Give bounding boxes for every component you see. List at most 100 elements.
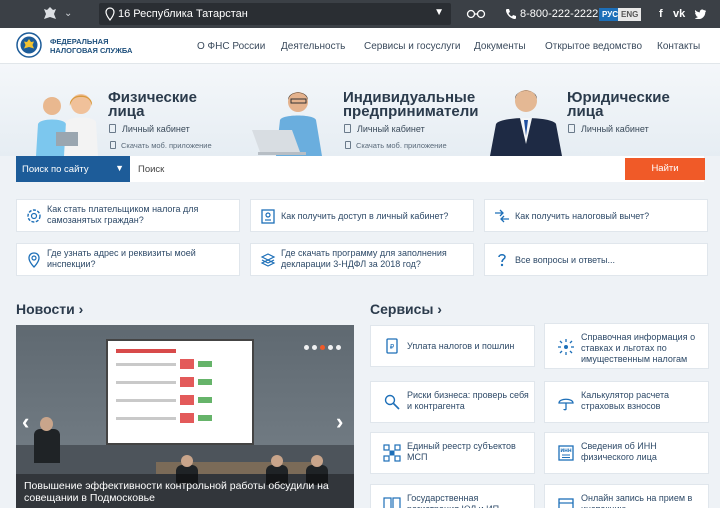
individuals-cabinet-link[interactable]: Личный кабинет	[122, 124, 190, 134]
logo-text[interactable]: ФЕДЕРАЛЬНАЯ НАЛОГОВАЯ СЛУЖБА	[50, 37, 140, 55]
carousel-next-arrow[interactable]: ›	[336, 409, 343, 435]
faq-item[interactable]: Где скачать программу для заполнения дек…	[250, 243, 474, 276]
faq-text: Как стать плательщиком налога для самоза…	[47, 204, 199, 225]
vk-icon[interactable]: vk	[673, 8, 685, 20]
service-contributions-calculator[interactable]: Калькулятор расчета страховых взносов	[544, 381, 709, 423]
mobile-icon	[345, 141, 351, 149]
service-online-appointment[interactable]: Онлайн запись на прием в инспекцию	[544, 484, 709, 508]
hotline-phone[interactable]: 8-800-222-2222	[520, 8, 598, 20]
news-carousel[interactable]: ‹ › Повышение эффективности контрольной …	[16, 325, 354, 508]
service-label: Справочная информация о ставках и льгота…	[581, 332, 696, 364]
svg-text:ИНН: ИНН	[560, 448, 572, 454]
carousel-dot-active[interactable]	[320, 345, 325, 350]
service-business-risks[interactable]: Риски бизнеса: проверь себя и контрагент…	[370, 381, 535, 423]
question-icon	[498, 254, 506, 267]
news-caption[interactable]: Повышение эффективности контрольной рабо…	[16, 474, 354, 508]
service-label: Калькулятор расчета страховых взносов	[581, 390, 670, 411]
lang-en-button[interactable]: ENG	[618, 8, 642, 21]
faq-item[interactable]: Все вопросы и ответы...	[484, 243, 708, 276]
faq-text: Все вопросы и ответы...	[515, 255, 615, 265]
fns-logo-icon[interactable]	[16, 32, 42, 58]
nav-services[interactable]: Сервисы и госуслуги	[364, 41, 461, 52]
carousel-dot[interactable]	[328, 345, 333, 350]
info-sparkle-icon	[558, 339, 574, 355]
mobile-icon	[110, 141, 116, 149]
search-button[interactable]: Найти	[625, 158, 705, 180]
carousel-dots	[304, 341, 344, 353]
faq-item[interactable]: Как получить доступ в личный кабинет?	[250, 199, 474, 232]
carousel-dot[interactable]	[304, 345, 309, 350]
individuals-title[interactable]: Физические лица	[108, 90, 197, 119]
news-heading[interactable]: Новости ›	[16, 301, 83, 317]
faq-item[interactable]: Как получить налоговый вычет?	[484, 199, 708, 232]
search-input[interactable]: Поиск	[138, 164, 164, 175]
chevron-down-icon: ▼	[115, 163, 124, 173]
appointment-icon	[558, 498, 574, 508]
faq-item[interactable]: Как стать плательщиком налога для самоза…	[16, 199, 240, 232]
gear-question-icon	[27, 209, 41, 223]
logo-line-1: ФЕДЕРАЛЬНАЯ	[50, 37, 109, 46]
lock-icon	[344, 124, 351, 133]
projector-screen	[106, 339, 254, 445]
legal-entities-title[interactable]: Юридические лица	[567, 90, 670, 119]
service-label: Риски бизнеса: проверь себя и контрагент…	[407, 390, 529, 411]
lock-icon	[568, 124, 575, 133]
entrepreneurs-photo[interactable]	[246, 86, 340, 156]
risk-check-icon	[384, 394, 400, 410]
search-scope-label: Поиск по сайту	[22, 164, 89, 175]
registration-icon	[383, 497, 401, 508]
faq-text: Как получить налоговый вычет?	[515, 211, 650, 221]
nav-about[interactable]: О ФНС России	[197, 41, 265, 52]
services-heading[interactable]: Сервисы ›	[370, 301, 442, 317]
site-search: Поиск по сайту ▼ Поиск Найти	[16, 156, 705, 182]
faq-text: Где скачать программу для заполнения дек…	[281, 248, 447, 269]
search-scope-select[interactable]: Поиск по сайту ▼	[16, 156, 130, 182]
region-selector[interactable]: 16 Республика Татарстан ▼	[99, 3, 451, 25]
download-program-icon	[260, 253, 276, 267]
tax-deduction-icon	[495, 209, 509, 223]
emblem-icon[interactable]	[42, 6, 58, 22]
service-inn-info[interactable]: ИНН Сведения об ИНН физического лица	[544, 432, 709, 474]
carousel-prev-arrow[interactable]: ‹	[22, 409, 29, 435]
audience-categories: Физические лица Личный кабинет Скачать мо…	[0, 64, 720, 156]
registry-network-icon	[383, 444, 401, 462]
account-access-icon	[261, 209, 275, 224]
svg-text:₽: ₽	[390, 343, 395, 351]
individuals-app-link[interactable]: Скачать моб. приложение	[121, 141, 212, 150]
service-label: Онлайн запись на прием в инспекцию	[581, 493, 693, 508]
faq-text: Где узнать адрес и реквизиты моей инспек…	[47, 248, 196, 269]
chevron-down-icon[interactable]: ⌄	[64, 8, 72, 19]
legal-entities-photo[interactable]	[488, 84, 564, 156]
inn-document-icon: ИНН	[558, 445, 574, 461]
accessibility-glasses-icon[interactable]	[466, 9, 486, 19]
lock-icon	[109, 124, 116, 133]
legal-entities-cabinet-link[interactable]: Личный кабинет	[581, 124, 649, 134]
nav-activity[interactable]: Деятельность	[281, 41, 345, 52]
entrepreneurs-cabinet-link[interactable]: Личный кабинет	[357, 124, 425, 134]
location-pin-icon	[105, 7, 115, 21]
top-bar: ⌄ 16 Республика Татарстан ▼ 8-800-222-22…	[0, 0, 720, 28]
faq-item[interactable]: Где узнать адрес и реквизиты моей инспек…	[16, 243, 240, 276]
service-property-tax-rates[interactable]: Справочная информация о ставках и льгота…	[544, 323, 709, 369]
service-state-registration[interactable]: Государственная регистрация ЮЛ и ИП	[370, 484, 535, 508]
location-pin-icon	[28, 252, 40, 268]
individuals-photo[interactable]	[26, 92, 106, 156]
service-sme-registry[interactable]: Единый реестр субъектов МСП	[370, 432, 535, 474]
nav-open-agency[interactable]: Открытое ведомство	[545, 41, 642, 52]
twitter-icon[interactable]	[695, 9, 707, 19]
entrepreneurs-title[interactable]: Индивидуальные предприниматели	[343, 90, 479, 119]
nav-documents[interactable]: Документы	[474, 41, 526, 52]
payment-icon: ₽	[386, 338, 398, 354]
entrepreneurs-app-link[interactable]: Скачать моб. приложение	[356, 141, 447, 150]
site-header: ФЕДЕРАЛЬНАЯ НАЛОГОВАЯ СЛУЖБА О ФНС Росси…	[0, 28, 720, 64]
facebook-icon[interactable]: f	[659, 8, 663, 20]
service-pay-taxes[interactable]: ₽ Уплата налогов и пошлин	[370, 325, 535, 367]
service-label: Сведения об ИНН физического лица	[581, 441, 657, 462]
region-label: 16 Республика Татарстан	[118, 8, 248, 20]
service-label: Государственная регистрация ЮЛ и ИП	[407, 493, 499, 508]
nav-contacts[interactable]: Контакты	[657, 41, 700, 52]
service-label: Единый реестр субъектов МСП	[407, 441, 516, 462]
chevron-down-icon: ▼	[434, 7, 444, 18]
carousel-dot[interactable]	[336, 345, 341, 350]
carousel-dot[interactable]	[312, 345, 317, 350]
